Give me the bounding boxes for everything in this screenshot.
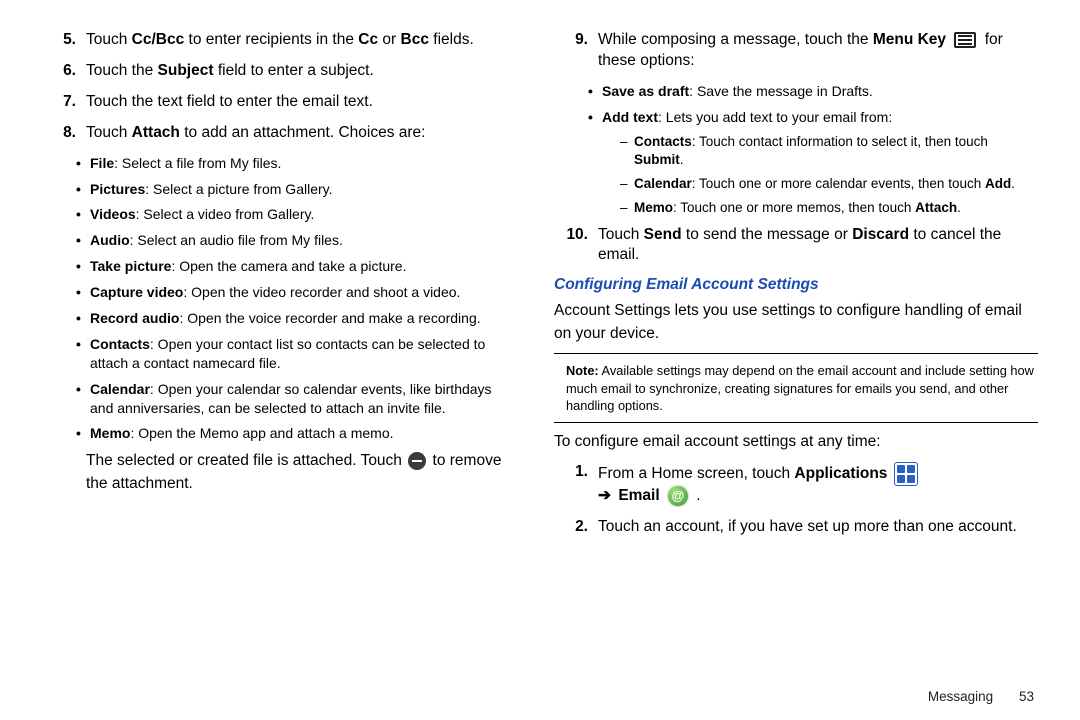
bullet-contacts: Contacts: Open your contact list so cont… xyxy=(76,335,514,373)
step-body: While composing a message, touch the Men… xyxy=(598,30,1038,72)
bullet-take-picture: Take picture: Open the camera and take a… xyxy=(76,257,514,276)
step-body: Touch the text field to enter the email … xyxy=(86,92,514,113)
bullet-save-draft: Save as draft: Save the message in Draft… xyxy=(588,82,1038,101)
step-body: Touch Cc/Bcc to enter recipients in the … xyxy=(86,30,514,51)
step-body: Touch an account, if you have set up mor… xyxy=(598,517,1038,538)
step-number: 7. xyxy=(42,92,86,113)
bullet-videos: Videos: Select a video from Gallery. xyxy=(76,205,514,224)
bullet-calendar: Calendar: Open your calendar so calendar… xyxy=(76,380,514,418)
config-step-1: 1. From a Home screen, touch Application… xyxy=(554,462,1038,507)
note-block: Note: Available settings may depend on t… xyxy=(554,362,1038,414)
section-intro: Account Settings lets you use settings t… xyxy=(554,300,1038,345)
applications-icon xyxy=(894,462,918,486)
remove-attachment-note: The selected or created file is attached… xyxy=(86,450,514,495)
step-number: 5. xyxy=(42,30,86,51)
step-10: 10. Touch Send to send the message or Di… xyxy=(554,225,1038,267)
step-number: 9. xyxy=(554,30,598,72)
add-text-sources: Contacts: Touch contact information to s… xyxy=(620,133,1038,218)
page-footer: Messaging 53 xyxy=(928,689,1034,704)
bullet-pictures: Pictures: Select a picture from Gallery. xyxy=(76,180,514,199)
step-7: 7. Touch the text field to enter the ema… xyxy=(42,92,514,113)
bullet-audio: Audio: Select an audio file from My file… xyxy=(76,231,514,250)
step-number: 8. xyxy=(42,123,86,144)
step-9: 9. While composing a message, touch the … xyxy=(554,30,1038,72)
bullet-file: File: Select a file from My files. xyxy=(76,154,514,173)
bullet-capture-video: Capture video: Open the video recorder a… xyxy=(76,283,514,302)
config-step-2: 2. Touch an account, if you have set up … xyxy=(554,517,1038,538)
step-5: 5. Touch Cc/Bcc to enter recipients in t… xyxy=(42,30,514,51)
manual-page: 5. Touch Cc/Bcc to enter recipients in t… xyxy=(0,0,1080,720)
bullet-record-audio: Record audio: Open the voice recorder an… xyxy=(76,309,514,328)
configure-lead: To configure email account settings at a… xyxy=(554,431,1038,453)
menu-options: Save as draft: Save the message in Draft… xyxy=(588,82,1038,218)
bullet-memo: Memo: Open the Memo app and attach a mem… xyxy=(76,424,514,443)
right-column: 9. While composing a message, touch the … xyxy=(540,24,1038,712)
step-number: 1. xyxy=(554,462,598,507)
footer-section: Messaging xyxy=(928,689,993,704)
attach-options: File: Select a file from My files. Pictu… xyxy=(76,154,514,444)
step-6: 6. Touch the Subject field to enter a su… xyxy=(42,61,514,82)
divider-bottom xyxy=(554,422,1038,423)
menu-key-icon xyxy=(954,32,976,48)
email-app-icon: @ xyxy=(668,486,688,506)
bullet-add-text: Add text: Lets you add text to your emai… xyxy=(588,108,1038,218)
step-body: From a Home screen, touch Applications ➔… xyxy=(598,462,1038,507)
arrow-icon: ➔ xyxy=(598,487,611,504)
remove-minus-icon xyxy=(408,452,426,470)
step-body: Touch Send to send the message or Discar… xyxy=(598,225,1038,267)
left-column: 5. Touch Cc/Bcc to enter recipients in t… xyxy=(42,24,540,712)
footer-page-number: 53 xyxy=(1019,689,1034,704)
step-number: 10. xyxy=(554,225,598,267)
step-number: 6. xyxy=(42,61,86,82)
dash-calendar: Calendar: Touch one or more calendar eve… xyxy=(620,175,1038,193)
step-body: Touch Attach to add an attachment. Choic… xyxy=(86,123,514,144)
dash-contacts: Contacts: Touch contact information to s… xyxy=(620,133,1038,169)
step-number: 2. xyxy=(554,517,598,538)
section-heading: Configuring Email Account Settings xyxy=(554,276,1038,294)
step-8: 8. Touch Attach to add an attachment. Ch… xyxy=(42,123,514,144)
divider-top xyxy=(554,353,1038,354)
step-body: Touch the Subject field to enter a subje… xyxy=(86,61,514,82)
dash-memo: Memo: Touch one or more memos, then touc… xyxy=(620,199,1038,217)
